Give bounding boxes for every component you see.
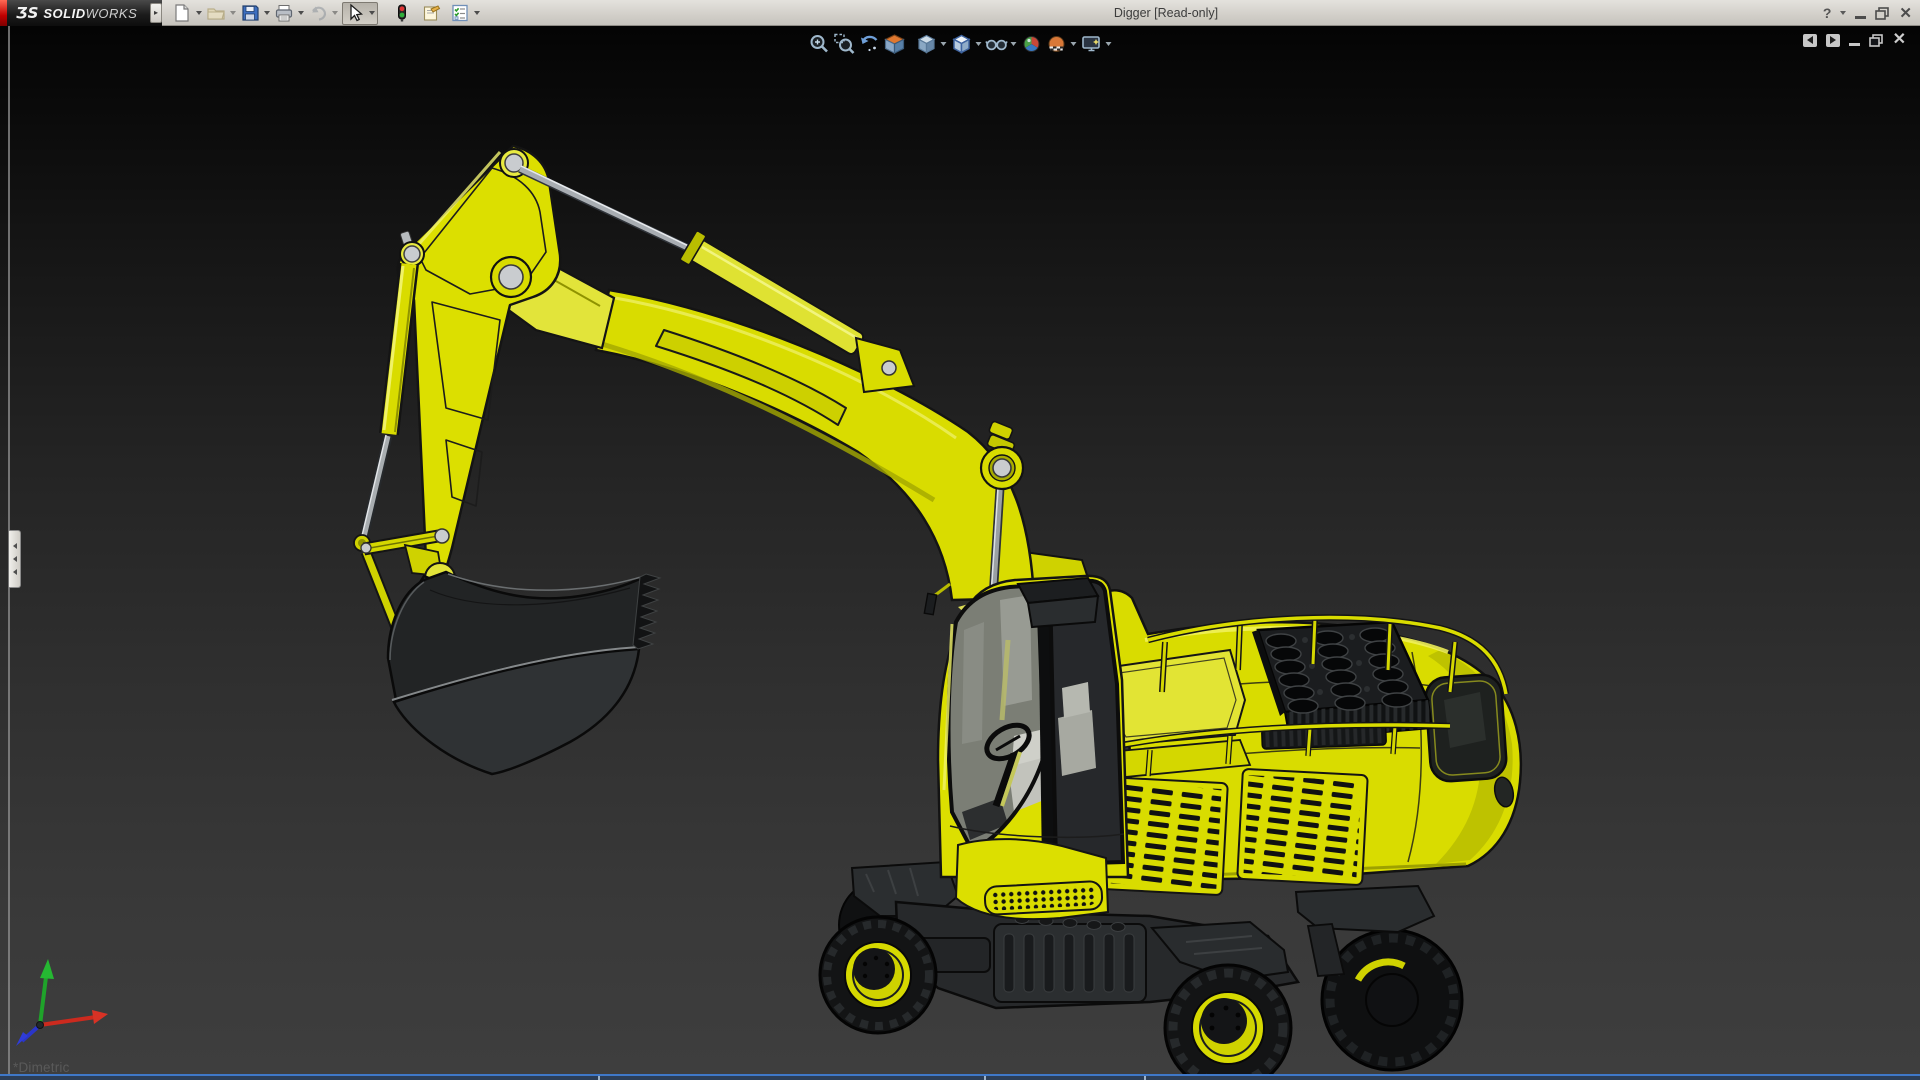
section-view-icon [883, 33, 905, 54]
headsup-view-toolbar [807, 31, 1114, 56]
hide-show-items-icon [984, 39, 1008, 50]
select-tool-button[interactable] [343, 2, 366, 24]
traffic-light-icon [397, 4, 406, 22]
print-button[interactable] [272, 2, 295, 24]
apply-scene-icon [1048, 35, 1064, 52]
body-deck [1094, 589, 1523, 896]
save-button[interactable] [238, 2, 261, 24]
minimize-document-button[interactable] [1848, 43, 1860, 46]
y-axis-arrow [40, 959, 54, 979]
x-axis-arrow [92, 1010, 108, 1024]
view-settings-icon [1081, 35, 1100, 51]
minimize-button[interactable] [1855, 15, 1867, 19]
file-properties-icon [423, 5, 440, 21]
zoom-to-area-icon [833, 33, 854, 54]
select-cursor-icon [349, 3, 363, 22]
options-checklist-icon [451, 4, 468, 22]
window-controls: ? ✕ [1823, 0, 1912, 26]
status-segment [0, 1076, 598, 1080]
titlebar: ƷS SOLID WORKS ▸ Digger [Read-only] ? ✕ [0, 0, 1920, 26]
view-orientation-button[interactable] [914, 31, 939, 56]
zoom-to-fit-button[interactable] [807, 31, 832, 56]
solidworks-logo-light: WORKS [85, 5, 138, 21]
close-document-button[interactable]: ✕ [1893, 32, 1906, 48]
file-properties-button[interactable] [419, 2, 442, 24]
solidworks-logo: ƷS SOLID WORKS [0, 0, 162, 26]
view-settings-button[interactable] [1079, 31, 1104, 56]
undo-arrow-icon [311, 6, 326, 21]
rebuild-button[interactable] [390, 2, 413, 24]
restore-button[interactable] [1875, 6, 1890, 20]
edit-appearance-icon [1023, 35, 1039, 52]
hide-show-items-button[interactable] [984, 31, 1009, 56]
view-orientation-label: *Dimetric [13, 1060, 70, 1075]
previous-view-icon [860, 35, 877, 51]
expand-tree-arrow-icon [12, 569, 17, 575]
printer-icon [275, 5, 292, 22]
display-style-button[interactable] [949, 31, 974, 56]
status-segment [1146, 1076, 1920, 1080]
zoom-to-fit-icon [810, 34, 828, 52]
wheel-front-left [818, 915, 938, 1035]
apply-scene-dropdown[interactable] [1069, 41, 1079, 46]
orientation-triad [16, 959, 108, 1046]
status-strip [0, 1074, 1920, 1080]
help-button[interactable]: ? [1823, 5, 1832, 21]
standard-toolbar [170, 1, 482, 25]
help-dropdown[interactable] [1840, 11, 1847, 15]
collapse-pane-left-button[interactable] [1802, 33, 1817, 47]
hide-show-items-dropdown[interactable] [1009, 41, 1019, 46]
edit-appearance-button[interactable] [1019, 31, 1044, 56]
new-document-dropdown[interactable] [193, 2, 204, 24]
undo-button[interactable] [306, 2, 329, 24]
expand-tree-arrow-icon [12, 543, 17, 549]
solidworks-window: ƷS SOLID WORKS ▸ Digger [Read-only] ? ✕ … [0, 0, 1920, 1080]
previous-view-button[interactable] [857, 31, 882, 56]
view-orientation-icon [917, 34, 935, 53]
expand-tree-arrow-icon [12, 556, 17, 562]
restore-document-button[interactable] [1868, 33, 1884, 47]
mirror [923, 592, 938, 616]
wheel-rear-right [1320, 928, 1464, 1072]
bucket [386, 570, 662, 776]
open-folder-icon [206, 8, 225, 20]
graphics-viewport[interactable]: ✕ *Dimetric [0, 26, 1920, 1075]
solidworks-logo-bold: SOLID [43, 5, 86, 21]
document-window-controls: ✕ [1802, 32, 1906, 48]
status-segment [600, 1076, 984, 1080]
save-floppy-icon [241, 5, 259, 21]
cab [923, 574, 1130, 879]
view-orientation-dropdown[interactable] [939, 41, 949, 46]
wheel-front-right [1163, 963, 1293, 1074]
print-dropdown[interactable] [295, 2, 306, 24]
brand-red-stripe [0, 0, 7, 26]
close-button[interactable]: ✕ [1899, 4, 1912, 22]
open-dropdown[interactable] [227, 2, 238, 24]
options-dropdown[interactable] [471, 2, 482, 24]
display-style-icon [951, 34, 971, 54]
boom-assembly [353, 144, 1102, 651]
status-segment [986, 1076, 1144, 1080]
new-document-button[interactable] [170, 2, 193, 24]
open-button[interactable] [204, 2, 227, 24]
solidworks-logo-mark: ƷS [16, 4, 39, 22]
apply-scene-button[interactable] [1044, 31, 1069, 56]
save-dropdown[interactable] [261, 2, 272, 24]
display-style-dropdown[interactable] [974, 41, 984, 46]
chassis [818, 860, 1464, 1074]
section-view-button[interactable] [882, 31, 907, 56]
menu-expand-button[interactable]: ▸ [150, 3, 162, 23]
collapse-pane-right-button[interactable] [1825, 33, 1840, 47]
zoom-to-area-button[interactable] [832, 31, 857, 56]
view-settings-dropdown[interactable] [1104, 41, 1114, 46]
document-title: Digger [Read-only] [1113, 6, 1219, 20]
options-button[interactable] [448, 2, 471, 24]
undo-dropdown[interactable] [329, 2, 340, 24]
featuretree-collapsed-tab[interactable] [9, 530, 21, 588]
new-document-icon [174, 4, 189, 22]
select-tool-dropdown[interactable] [366, 2, 377, 24]
select-tool-group [342, 1, 378, 25]
excavator-model [353, 144, 1523, 1074]
